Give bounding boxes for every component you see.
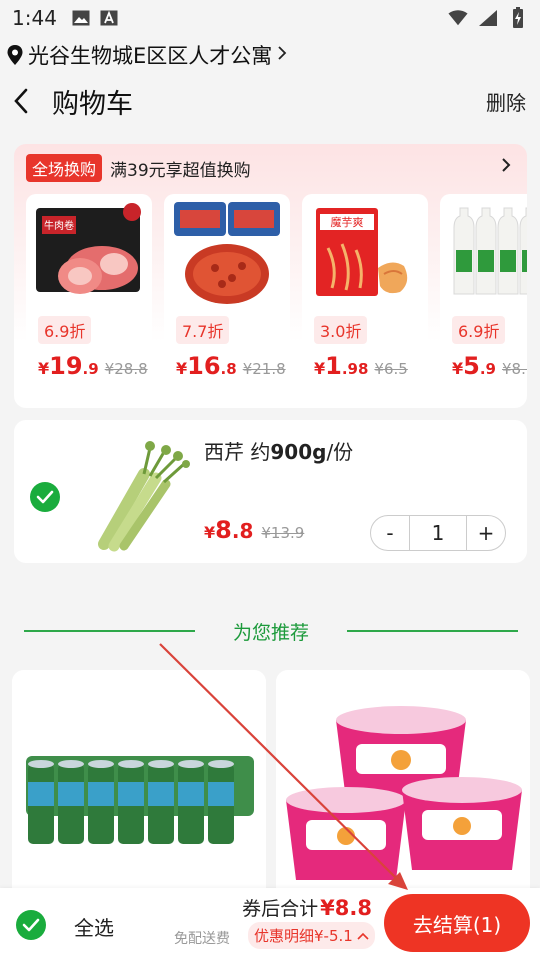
discount-badge: 7.7折 — [176, 316, 230, 344]
original-price: ¥21.8 — [242, 360, 286, 378]
image-notification-icon — [71, 9, 91, 27]
back-button[interactable] — [8, 86, 34, 116]
total-label: 券后合计 — [242, 898, 319, 920]
crayfish-image — [170, 198, 284, 308]
promo-items: 牛肉卷 6.9折 ¥19.9 ¥28.8 7.7折 ¥16.8 ¥21.8 魔芋… — [26, 194, 527, 388]
promo-item[interactable]: 魔芋爽 3.0折 ¥1.98 ¥6.5 — [302, 194, 428, 388]
delete-button[interactable]: 删除 — [486, 87, 526, 116]
item-checkbox-checked-icon[interactable] — [30, 482, 60, 512]
checkout-bar: 全选 券后合计 ¥8.8 免配送费 优惠明细¥-5.1 去结算(1) — [0, 888, 540, 960]
wifi-icon — [448, 9, 468, 27]
quantity-value[interactable]: 1 — [409, 516, 467, 550]
chevron-right-icon — [276, 43, 288, 67]
original-price: ¥6.5 — [374, 360, 408, 378]
discount-badge: 3.0折 — [314, 316, 368, 344]
item-sale-price: ¥8.8 — [204, 516, 254, 544]
promo-tag: 全场换购 — [26, 154, 103, 182]
discount-detail-label: 优惠明细¥-5.1 — [254, 927, 353, 945]
delivery-address[interactable]: 光谷生物城E区区人才公寓 — [6, 40, 288, 70]
page-header: 购物车 删除 — [0, 78, 540, 124]
divider-line — [347, 630, 519, 632]
recommend-product-card[interactable] — [12, 670, 266, 910]
price-row: ¥19.9 ¥28.8 — [38, 352, 148, 380]
address-text: 光谷生物城E区区人才公寓 — [28, 44, 273, 68]
discount-badge: 6.9折 — [38, 316, 92, 344]
sale-price: ¥1.98 — [314, 352, 369, 380]
back-arrow-icon — [14, 88, 28, 114]
discount-detail-button[interactable]: 优惠明细¥-5.1 — [248, 922, 375, 949]
recommend-product-card[interactable] — [276, 670, 530, 910]
location-pin-icon — [6, 44, 24, 66]
konjac-snack-image: 魔芋爽 — [308, 198, 422, 308]
item-price-row: ¥8.8 ¥13.9 — [204, 516, 304, 544]
price-row: ¥16.8 ¥21.8 — [176, 352, 286, 380]
total-line: 券后合计 ¥8.8 — [242, 894, 372, 921]
a-notification-icon — [99, 9, 119, 27]
svg-text:牛肉卷: 牛肉卷 — [44, 219, 74, 232]
celery-image[interactable] — [84, 434, 194, 552]
select-all-label[interactable]: 全选 — [74, 912, 114, 941]
ad-milk-image — [446, 198, 527, 308]
discount-badge: 6.9折 — [452, 316, 506, 344]
original-price: ¥8.5 — [501, 360, 527, 378]
original-price: ¥28.8 — [104, 360, 148, 378]
recommend-section-header: 为您推荐 — [24, 616, 519, 646]
decrease-quantity-button[interactable]: - — [371, 516, 409, 550]
promo-text: 满39元享超值换购 — [110, 160, 251, 181]
item-name[interactable]: 西芹 约900g/份 — [204, 436, 353, 465]
increase-quantity-button[interactable]: + — [467, 516, 505, 550]
price-row: ¥5.9 ¥8.5 — [452, 352, 527, 380]
sale-price: ¥19.9 — [38, 352, 99, 380]
exchange-promo-card: 全场换购 满39元享超值换购 牛肉卷 6.9折 ¥19.9 ¥28.8 7.7折… — [14, 144, 527, 408]
battery-charging-icon — [508, 7, 528, 28]
promo-item[interactable]: 7.7折 ¥16.8 ¥21.8 — [164, 194, 290, 388]
checkout-button[interactable]: 去结算(1) — [384, 894, 530, 952]
signal-icon — [478, 9, 498, 27]
promo-item[interactable]: 6.9折 ¥5.9 ¥8.5 — [440, 194, 527, 388]
quantity-stepper: - 1 + — [370, 515, 506, 551]
item-original-price: ¥13.9 — [261, 524, 305, 542]
promo-header[interactable]: 全场换购 满39元享超值换购 — [26, 154, 251, 182]
select-all-checkbox-checked-icon[interactable] — [16, 910, 46, 940]
sale-price: ¥16.8 — [176, 352, 237, 380]
status-bar: 1:44 — [0, 0, 540, 36]
promo-chevron-right-icon[interactable] — [499, 156, 513, 174]
page-title: 购物车 — [52, 88, 133, 120]
instant-noodle-cups-image — [276, 670, 530, 910]
sprite-cans-image — [12, 670, 266, 910]
sale-price: ¥5.9 — [452, 352, 496, 380]
price-row: ¥1.98 ¥6.5 — [314, 352, 408, 380]
svg-text:魔芋爽: 魔芋爽 — [331, 215, 364, 229]
total-price: ¥8.8 — [320, 896, 372, 920]
recommend-title: 为您推荐 — [233, 621, 310, 644]
cart-item: 西芹 约900g/份 ¥8.8 ¥13.9 - 1 + — [14, 420, 527, 563]
divider-line — [24, 630, 195, 632]
chevron-up-icon — [357, 932, 369, 940]
promo-item[interactable]: 牛肉卷 6.9折 ¥19.9 ¥28.8 — [26, 194, 152, 388]
status-time: 1:44 — [12, 6, 57, 30]
beef-roll-image: 牛肉卷 — [32, 198, 146, 308]
free-delivery-text: 免配送费 — [174, 931, 230, 947]
